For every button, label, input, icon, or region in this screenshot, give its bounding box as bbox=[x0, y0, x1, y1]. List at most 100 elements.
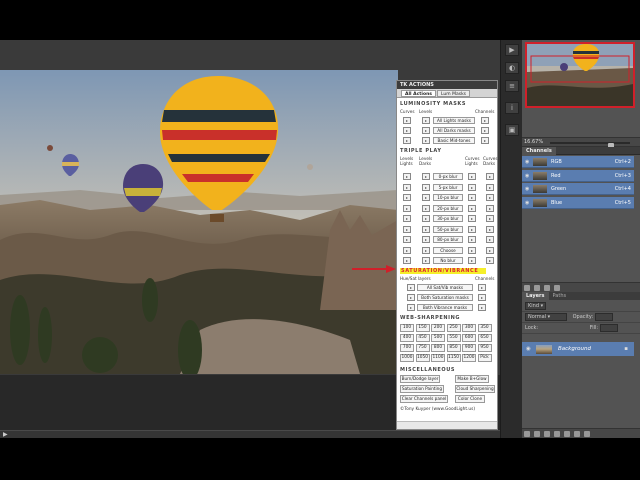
blend-mode-select[interactable]: Normal ▾ bbox=[525, 312, 567, 321]
lum-curves-btn[interactable]: ▸ bbox=[403, 117, 411, 124]
all-sat-vib-masks-button[interactable]: All Sat/Vib masks bbox=[417, 284, 473, 291]
web-sharpen-value-button[interactable]: 850 bbox=[446, 344, 461, 352]
tp-levels-lights-btn[interactable]: ▸ bbox=[403, 204, 411, 212]
actions-icon[interactable]: ▣ bbox=[505, 124, 519, 136]
eye-icon[interactable]: ◉ bbox=[525, 170, 529, 182]
tp-curves-lights-btn[interactable]: ▸ bbox=[468, 194, 476, 201]
triple-play-blur-button[interactable]: 30-px blur bbox=[433, 215, 463, 222]
layers-icon[interactable]: ≡ bbox=[505, 80, 519, 92]
tp-levels-lights-btn[interactable]: ▸ bbox=[403, 215, 411, 222]
triple-play-blur-button[interactable]: No blur bbox=[433, 257, 463, 264]
tk-horizontal-scrollbar[interactable] bbox=[397, 421, 497, 429]
tp-curves-darks-btn[interactable]: ▸ bbox=[486, 173, 494, 180]
tp-curves-darks-btn[interactable]: ▸ bbox=[486, 215, 494, 222]
lum-levels-btn[interactable]: ▸ bbox=[422, 117, 430, 124]
sat-channels-btn[interactable]: ▸ bbox=[478, 304, 486, 311]
tk-panel-title[interactable]: TK ACTIONS bbox=[397, 81, 497, 89]
all-darks-masks-button[interactable]: All Darks masks bbox=[433, 127, 475, 134]
web-sharpen-value-button[interactable]: 500 bbox=[431, 334, 445, 342]
document-canvas[interactable] bbox=[0, 70, 398, 374]
eye-icon[interactable]: ◉ bbox=[526, 342, 531, 356]
fx-icon[interactable] bbox=[534, 431, 540, 437]
clear-channels-panel-button[interactable]: Clear Channels panel bbox=[400, 395, 448, 403]
load-channel-icon[interactable] bbox=[524, 285, 530, 291]
folder-icon[interactable] bbox=[564, 431, 570, 437]
new-layer-icon[interactable] bbox=[574, 431, 580, 437]
tp-levels-darks-btn[interactable]: ▸ bbox=[422, 194, 430, 201]
lum-curves-btn[interactable]: ▸ bbox=[403, 137, 411, 144]
web-sharpen-value-button[interactable]: 1050 bbox=[415, 354, 430, 362]
tp-levels-lights-btn[interactable]: ▸ bbox=[403, 183, 411, 191]
web-sharpen-value-button[interactable]: 650 bbox=[477, 334, 492, 342]
make-b-glow-button[interactable]: Make B+Glow bbox=[455, 375, 489, 383]
sat-huesat-btn[interactable]: ▸ bbox=[407, 284, 415, 291]
tp-curves-lights-btn[interactable]: ▸ bbox=[468, 236, 476, 243]
save-selection-icon[interactable] bbox=[534, 285, 540, 291]
lum-levels-btn[interactable]: ▸ bbox=[422, 127, 430, 134]
web-sharpen-value-button[interactable]: 1150 bbox=[446, 354, 461, 362]
triple-play-blur-button[interactable]: 20-px blur bbox=[433, 204, 463, 212]
basic-midtones-button[interactable]: Basic Mid-tones bbox=[433, 137, 475, 144]
cloud-sharpening-button[interactable]: Cloud Sharpening bbox=[455, 385, 495, 393]
tp-curves-darks-btn[interactable]: ▸ bbox=[486, 204, 494, 212]
sat-huesat-btn[interactable]: ▸ bbox=[407, 304, 415, 311]
info-icon[interactable]: i bbox=[505, 102, 519, 114]
triple-play-blur-button[interactable]: 5-px blur bbox=[433, 183, 463, 191]
layer-row-background[interactable]: ◉ Background ▪ bbox=[522, 342, 634, 356]
web-sharpen-value-button[interactable]: 250 bbox=[446, 324, 461, 332]
tp-curves-lights-btn[interactable]: ▸ bbox=[468, 183, 476, 191]
both-saturation-masks-button[interactable]: Both Saturation masks bbox=[417, 294, 473, 301]
adjust-icon[interactable]: ◐ bbox=[505, 62, 519, 74]
tab-channels[interactable]: Channels bbox=[522, 147, 556, 155]
eye-icon[interactable]: ◉ bbox=[525, 156, 529, 168]
tp-levels-lights-btn[interactable]: ▸ bbox=[403, 257, 411, 264]
tp-levels-lights-btn[interactable]: ▸ bbox=[403, 236, 411, 243]
channel-row-rgb[interactable]: ◉ RGB Ctrl+2 bbox=[522, 156, 634, 168]
tp-curves-darks-btn[interactable]: ▸ bbox=[486, 236, 494, 243]
web-sharpen-value-button[interactable]: 150 bbox=[415, 324, 430, 332]
both-vibrance-masks-button[interactable]: Both Vibrance masks bbox=[417, 304, 473, 311]
web-sharpen-value-button[interactable]: 400 bbox=[400, 334, 414, 342]
sat-channels-btn[interactable]: ▸ bbox=[478, 284, 486, 291]
triple-play-blur-button[interactable]: 0-px blur bbox=[433, 173, 463, 180]
new-channel-icon[interactable] bbox=[544, 285, 550, 291]
tp-levels-lights-btn[interactable]: ▸ bbox=[403, 225, 411, 233]
web-sharpen-value-button[interactable]: 1200 bbox=[462, 354, 476, 362]
web-sharpen-value-button[interactable]: 300 bbox=[462, 324, 476, 332]
tp-curves-darks-btn[interactable]: ▸ bbox=[486, 194, 494, 201]
tab-layers[interactable]: Layers bbox=[522, 292, 549, 300]
web-sharpen-value-button[interactable]: 200 bbox=[431, 324, 445, 332]
tab-all-actions[interactable]: All Actions bbox=[401, 90, 436, 97]
tp-curves-lights-btn[interactable]: ▸ bbox=[468, 173, 476, 180]
zoom-slider[interactable] bbox=[550, 142, 630, 150]
tp-levels-darks-btn[interactable]: ▸ bbox=[422, 236, 430, 243]
burn-dodge-layer-button[interactable]: Burn/Dodge layer bbox=[400, 375, 440, 383]
filter-kind-select[interactable]: Kind ▾ bbox=[525, 301, 547, 310]
trash-icon[interactable] bbox=[584, 431, 590, 437]
all-lights-masks-button[interactable]: All Lights masks bbox=[433, 117, 475, 124]
lum-curves-btn[interactable]: ▸ bbox=[403, 127, 411, 134]
tp-levels-lights-btn[interactable]: ▸ bbox=[403, 173, 411, 180]
web-sharpen-value-button[interactable]: 100 bbox=[400, 324, 414, 332]
tp-levels-lights-btn[interactable]: ▸ bbox=[403, 194, 411, 201]
lum-channels-btn[interactable]: ▸ bbox=[481, 127, 489, 134]
tp-curves-lights-btn[interactable]: ▸ bbox=[468, 225, 476, 233]
zoom-readout[interactable]: 16.67% bbox=[524, 139, 543, 145]
web-sharpen-value-button[interactable]: Pick bbox=[477, 354, 492, 362]
adjustment-icon[interactable] bbox=[554, 431, 560, 437]
tp-curves-lights-btn[interactable]: ▸ bbox=[468, 257, 476, 264]
tp-levels-darks-btn[interactable]: ▸ bbox=[422, 225, 430, 233]
color-clone-button[interactable]: Color Clone bbox=[455, 395, 485, 403]
tp-curves-darks-btn[interactable]: ▸ bbox=[486, 183, 494, 191]
web-sharpen-value-button[interactable]: 800 bbox=[431, 344, 445, 352]
web-sharpen-value-button[interactable]: 900 bbox=[462, 344, 476, 352]
lum-channels-btn[interactable]: ▸ bbox=[481, 117, 489, 124]
web-sharpen-value-button[interactable]: 700 bbox=[400, 344, 414, 352]
tp-curves-darks-btn[interactable]: ▸ bbox=[486, 246, 494, 254]
web-sharpen-value-button[interactable]: 1100 bbox=[431, 354, 445, 362]
web-sharpen-value-button[interactable]: 350 bbox=[477, 324, 492, 332]
fill-input[interactable] bbox=[599, 323, 618, 332]
link-icon[interactable] bbox=[524, 431, 530, 437]
channel-row-green[interactable]: ◉ Green Ctrl+4 bbox=[522, 183, 634, 195]
tp-levels-darks-btn[interactable]: ▸ bbox=[422, 183, 430, 191]
